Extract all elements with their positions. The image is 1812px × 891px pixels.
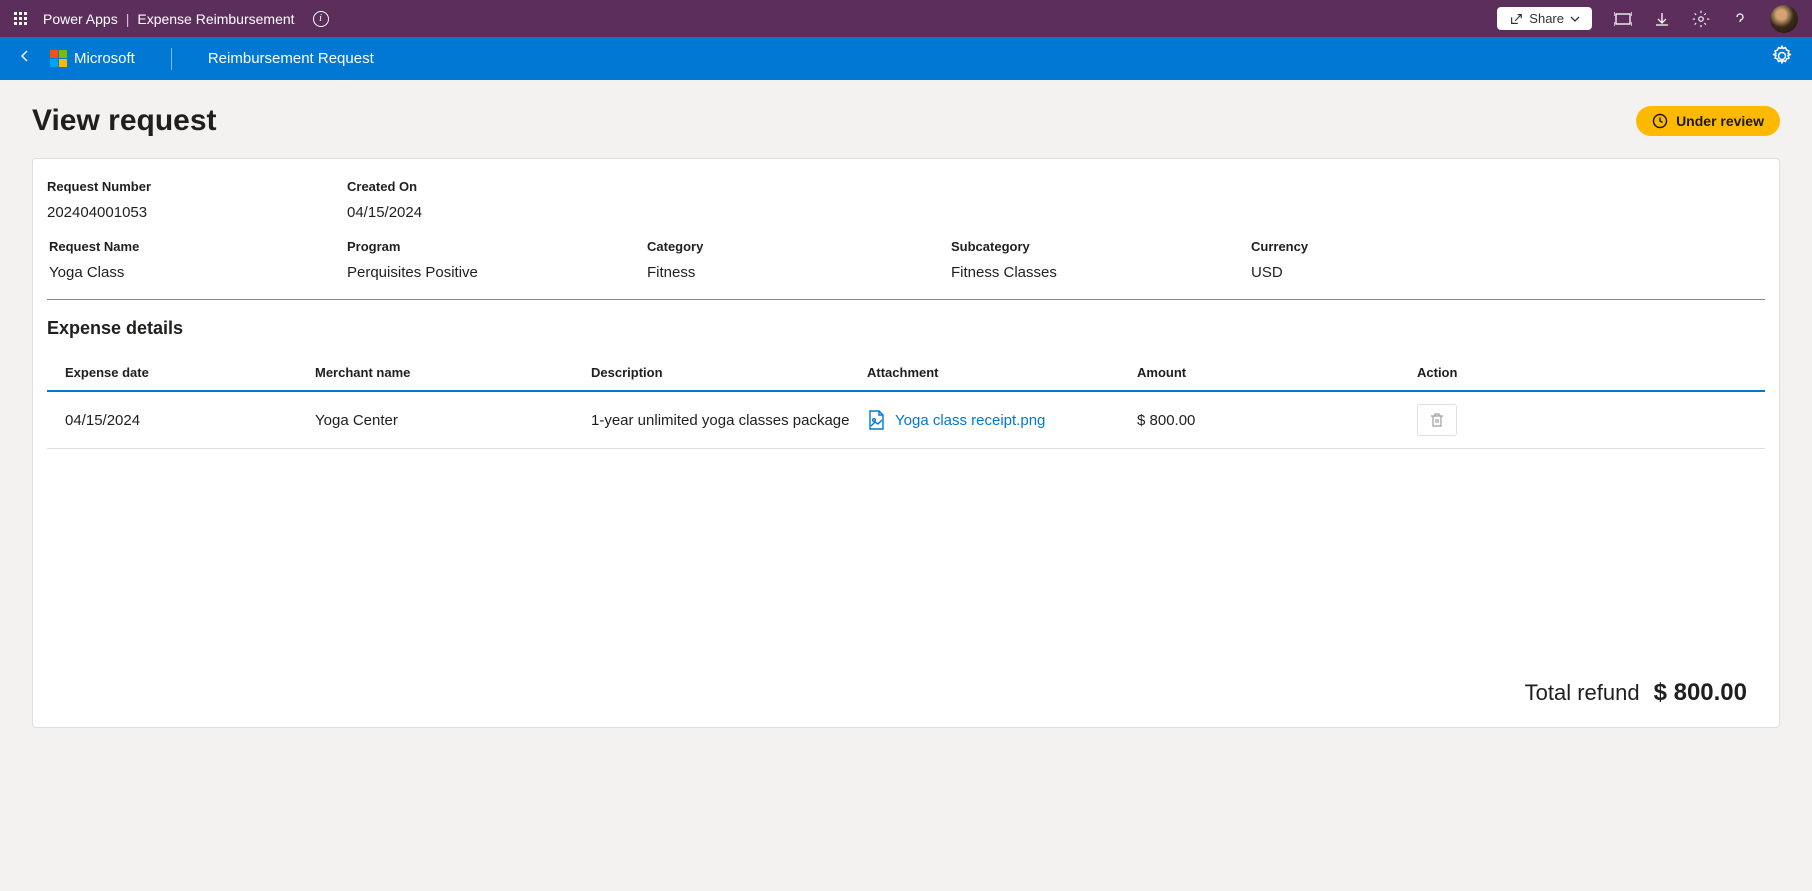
back-button[interactable] <box>18 49 32 68</box>
delete-button[interactable] <box>1417 404 1457 436</box>
attachment-name: Yoga class receipt.png <box>895 412 1045 429</box>
header-merchant: Merchant name <box>315 365 591 380</box>
microsoft-icon <box>50 50 67 67</box>
cell-amount: $ 800.00 <box>1137 412 1417 429</box>
divider <box>171 48 172 70</box>
app-bar: Microsoft Reimbursement Request <box>0 37 1812 80</box>
header-date: Expense date <box>65 365 315 380</box>
separator: | <box>126 11 130 27</box>
value: 202404001053 <box>47 204 347 221</box>
spacer <box>47 449 1765 671</box>
trash-icon <box>1430 412 1444 428</box>
label: Created On <box>347 179 647 194</box>
value: 04/15/2024 <box>347 204 647 221</box>
field-program: Program Perquisites Positive <box>347 239 647 281</box>
total-value: $ 800.00 <box>1654 679 1747 707</box>
total-label: Total refund <box>1525 680 1640 706</box>
app-subtitle: Expense Reimbursement <box>137 11 294 27</box>
field-category: Category Fitness <box>647 239 951 281</box>
user-avatar[interactable] <box>1770 5 1798 33</box>
header-amount: Amount <box>1137 365 1417 380</box>
value: USD <box>1251 264 1451 281</box>
label: Category <box>647 239 951 254</box>
total-refund-row: Total refund $ 800.00 <box>47 671 1765 707</box>
app-name: Power Apps <box>43 11 118 27</box>
cell-date: 04/15/2024 <box>65 412 315 429</box>
brand-text: Microsoft <box>74 50 135 67</box>
app-section-title: Reimbursement Request <box>208 50 374 67</box>
header-description: Description <box>591 365 867 380</box>
expense-table-row: 04/15/2024 Yoga Center 1-year unlimited … <box>47 392 1765 449</box>
label: Subcategory <box>951 239 1251 254</box>
value: Fitness Classes <box>951 264 1251 281</box>
chevron-down-icon <box>1570 14 1580 24</box>
top-bar-right: Share <box>1497 5 1798 33</box>
clock-icon <box>1652 113 1668 129</box>
cell-action <box>1417 404 1747 436</box>
info-icon[interactable]: i <box>313 11 329 27</box>
header-attachment: Attachment <box>867 365 1137 380</box>
main-content: View request Under review Request Number… <box>0 80 1812 752</box>
cell-attachment: Yoga class receipt.png <box>867 410 1137 430</box>
top-bar: Power Apps | Expense Reimbursement i Sha… <box>0 0 1812 37</box>
field-created-on: Created On 04/15/2024 <box>347 179 647 221</box>
field-request-number: Request Number 202404001053 <box>47 179 347 221</box>
fields-row-2: Request Name Yoga Class Program Perquisi… <box>47 239 1765 281</box>
share-icon <box>1509 12 1523 26</box>
field-currency: Currency USD <box>1251 239 1451 281</box>
field-request-name: Request Name Yoga Class <box>47 239 347 281</box>
request-card: Request Number 202404001053 Created On 0… <box>32 158 1780 728</box>
top-bar-left: Power Apps | Expense Reimbursement i <box>14 11 329 27</box>
cell-description: 1-year unlimited yoga classes package <box>591 412 867 429</box>
label: Request Number <box>47 179 347 194</box>
divider <box>47 299 1765 300</box>
page-title: View request <box>32 104 217 138</box>
app-launcher-icon[interactable] <box>14 12 27 25</box>
field-subcategory: Subcategory Fitness Classes <box>951 239 1251 281</box>
download-icon[interactable] <box>1654 11 1670 27</box>
app-title: Power Apps | Expense Reimbursement i <box>43 11 329 27</box>
settings-icon[interactable] <box>1692 10 1710 28</box>
app-bar-left: Microsoft Reimbursement Request <box>18 48 374 70</box>
value: Perquisites Positive <box>347 264 647 281</box>
fit-icon[interactable] <box>1614 12 1632 26</box>
status-label: Under review <box>1676 113 1764 129</box>
attachment-link[interactable]: Yoga class receipt.png <box>867 410 1137 430</box>
app-settings-icon[interactable] <box>1770 44 1794 73</box>
label: Request Name <box>49 239 347 254</box>
label: Program <box>347 239 647 254</box>
document-image-icon <box>867 410 885 430</box>
label: Currency <box>1251 239 1451 254</box>
value: Yoga Class <box>49 264 347 281</box>
share-label: Share <box>1529 11 1564 26</box>
expense-table-header: Expense date Merchant name Description A… <box>47 355 1765 392</box>
header-action: Action <box>1417 365 1747 380</box>
share-button[interactable]: Share <box>1497 7 1592 30</box>
expense-section-title: Expense details <box>47 318 1765 339</box>
cell-merchant: Yoga Center <box>315 412 591 429</box>
status-badge: Under review <box>1636 106 1780 136</box>
microsoft-logo[interactable]: Microsoft <box>50 50 135 67</box>
help-icon[interactable] <box>1732 11 1748 27</box>
fields-row-1: Request Number 202404001053 Created On 0… <box>47 179 1765 221</box>
page-header: View request Under review <box>32 104 1780 138</box>
value: Fitness <box>647 264 951 281</box>
